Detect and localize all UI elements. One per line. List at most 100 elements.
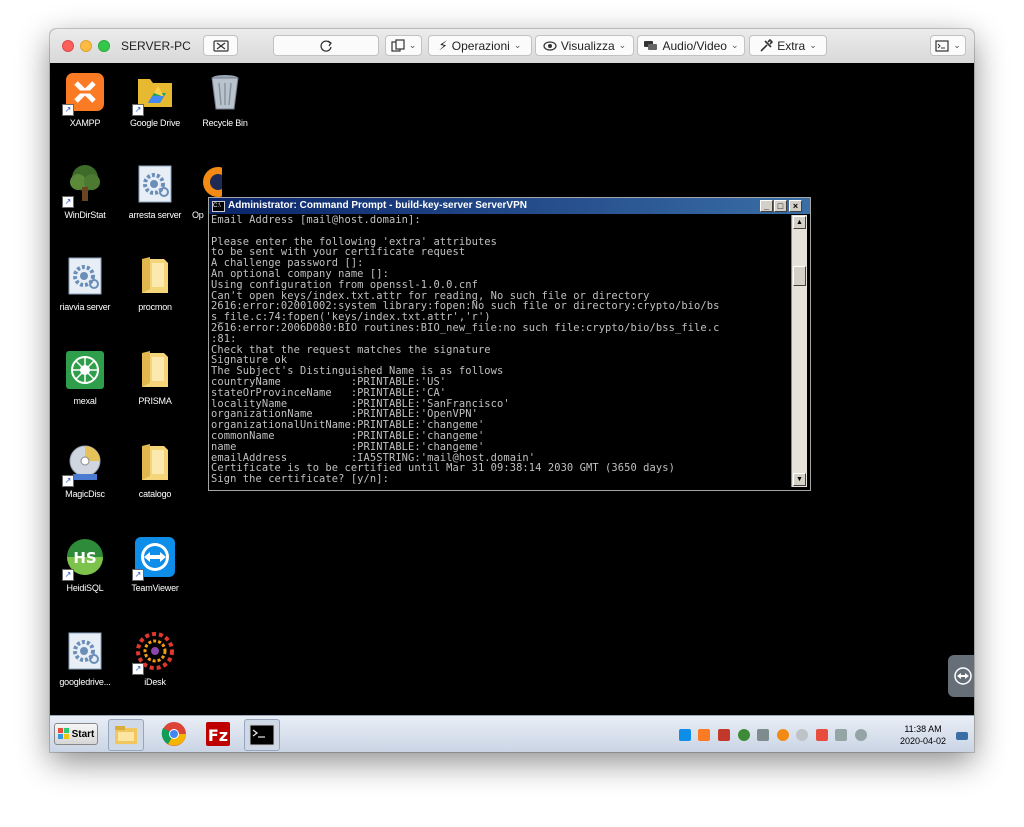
start-label: Start — [71, 728, 95, 740]
desktop-icon-procmon[interactable]: procmon — [120, 255, 190, 312]
desktop-icon-xampp[interactable]: ↗ XAMPP — [50, 71, 120, 128]
desktop-icon-google-drive[interactable]: ↗ Google Drive — [120, 71, 190, 128]
teamviewer-side-panel-tab[interactable] — [948, 655, 974, 697]
desktop-icon-prisma[interactable]: PRISMA — [120, 349, 190, 406]
windows-logo-icon — [57, 728, 69, 739]
desktop-icon-magicdisc[interactable]: ↗ MagicDisc — [50, 442, 120, 499]
screens-menu-button[interactable]: ⌄ — [385, 35, 422, 56]
icon-label: googledrive... — [59, 677, 111, 687]
console-output[interactable]: Email Address [mail@host.domain]: Please… — [211, 215, 789, 487]
refresh-button[interactable] — [273, 35, 379, 56]
tools-icon — [760, 38, 774, 52]
shortcut-arrow-icon: ↗ — [62, 475, 74, 487]
svg-text:HS: HS — [73, 549, 96, 567]
operations-label: Operazioni — [451, 38, 510, 53]
shortcut-arrow-icon: ↗ — [132, 569, 144, 581]
close-button[interactable] — [62, 40, 74, 52]
disconnect-button[interactable] — [203, 35, 238, 56]
shield-tray-icon[interactable] — [796, 729, 808, 741]
shortcut-arrow-icon: ↗ — [62, 569, 74, 581]
openvpn-tray-icon[interactable] — [777, 729, 789, 741]
taskbar-app-command-prompt[interactable] — [244, 719, 280, 751]
teamviewer-icon — [954, 667, 972, 685]
folder-icon — [134, 255, 176, 297]
shortcut-arrow-icon: ↗ — [62, 196, 74, 208]
console-scrollbar[interactable]: ▲ ▼ — [791, 215, 807, 487]
desktop-icon-teamviewer[interactable]: ↗ TeamViewer — [120, 536, 190, 593]
shortcut-arrow-icon: ↗ — [62, 104, 74, 116]
console-line: name :PRINTABLE:'changeme' — [211, 440, 485, 453]
icon-label: riavvia server — [59, 302, 111, 312]
console-line: stateOrProvinceName :PRINTABLE:'CA' — [211, 386, 447, 399]
flag-tray-icon[interactable] — [816, 729, 828, 741]
display-tray-icon[interactable] — [835, 729, 847, 741]
command-prompt-window[interactable]: C:\ Administrator: Command Prompt - buil… — [208, 197, 811, 491]
desktop-icon-recycle-bin[interactable]: Recycle Bin — [190, 71, 260, 128]
desktop-icon-mexal[interactable]: mexal — [50, 349, 120, 406]
view-label: Visualizza — [560, 38, 615, 53]
chevron-down-icon: ⌄ — [513, 40, 522, 50]
session-menu-button[interactable]: ⌄ — [930, 35, 966, 56]
minimize-button[interactable] — [80, 40, 92, 52]
command-prompt-titlebar[interactable]: C:\ Administrator: Command Prompt - buil… — [209, 198, 810, 214]
taskbar-app-chrome[interactable] — [157, 719, 191, 749]
desktop-icon-riavvia-server[interactable]: riavvia server — [50, 255, 120, 312]
lightning-icon: ⚡︎ — [438, 37, 448, 53]
close-icon[interactable]: × — [789, 200, 802, 212]
help-tray-icon[interactable] — [718, 729, 730, 741]
filezilla-icon: Fz — [206, 722, 230, 746]
clock-time: 11:38 AM — [904, 724, 942, 734]
console-app-icon: C:\ — [212, 201, 225, 212]
console-line: Sign the certificate? [y/n]: — [211, 473, 389, 486]
taskbar-app-explorer[interactable] — [108, 719, 144, 751]
audio-video-label: Audio/Video — [662, 38, 727, 53]
icon-label: iDesk — [144, 677, 166, 687]
desktop-icon-windirstat[interactable]: ↗ WinDirStat — [50, 163, 120, 220]
chevron-down-icon: ⌄ — [730, 40, 739, 50]
icon-label: HeidiSQL — [66, 583, 104, 593]
audio-video-menu-button[interactable]: Audio/Video ⌄ — [637, 35, 745, 56]
xampp-icon: ↗ — [62, 71, 106, 116]
terminal-window-icon — [935, 39, 949, 52]
command-prompt-icon — [249, 724, 275, 746]
operations-menu-button[interactable]: ⚡︎ Operazioni ⌄ — [428, 35, 532, 56]
clock-date: 2020-04-02 — [899, 736, 947, 746]
xampp-tray-icon[interactable] — [698, 729, 710, 741]
desktop-icon-arresta-server[interactable]: arresta server — [120, 163, 190, 220]
desktop-icon-googledrive-script[interactable]: googledrive... — [50, 630, 120, 687]
taskbar: Start Fz 11:38 AM 2020-04-02 — [50, 715, 974, 752]
mexal-icon — [64, 349, 106, 391]
view-menu-button[interactable]: Visualizza ⌄ — [535, 35, 634, 56]
maximize-icon[interactable]: □ — [774, 200, 787, 212]
teamviewer-tray-icon[interactable] — [679, 729, 691, 741]
volume-tray-icon[interactable] — [855, 729, 867, 741]
start-button[interactable]: Start — [54, 723, 98, 745]
scroll-down-icon[interactable]: ▼ — [793, 473, 806, 486]
scroll-up-icon[interactable]: ▲ — [793, 216, 806, 229]
desktop-icon-heidisql[interactable]: HS ↗ HeidiSQL — [50, 536, 120, 593]
icon-label: WinDirStat — [64, 210, 106, 220]
chat-bubbles-icon — [644, 40, 658, 50]
zoom-button[interactable] — [98, 40, 110, 52]
scroll-thumb[interactable] — [793, 266, 806, 286]
refresh-icon — [320, 39, 332, 52]
teamviewer-icon: ↗ — [132, 536, 176, 581]
chevron-down-icon: ⌄ — [408, 40, 417, 50]
icon-label: PRISMA — [138, 396, 172, 406]
desktop-icon-idesk[interactable]: ↗ iDesk — [120, 630, 190, 687]
network-tray-icon[interactable] — [738, 729, 750, 741]
folder-icon — [134, 442, 176, 484]
magicdisc-icon: ↗ — [62, 442, 106, 487]
chevron-down-icon: ⌄ — [809, 40, 817, 50]
show-desktop-icon[interactable] — [956, 732, 968, 740]
script-gear-icon — [64, 255, 106, 297]
console-line: Email Address [mail@host.domain]: — [211, 215, 421, 226]
taskbar-app-filezilla[interactable]: Fz — [201, 719, 235, 749]
system-clock[interactable]: 11:38 AM 2020-04-02 — [898, 723, 948, 747]
shortcut-arrow-icon: ↗ — [132, 663, 144, 675]
extra-menu-button[interactable]: Extra ⌄ — [749, 35, 827, 56]
usb-tray-icon[interactable] — [757, 729, 769, 741]
desktop-icon-catalogo[interactable]: catalogo — [120, 442, 190, 499]
minimize-icon[interactable]: _ — [760, 200, 773, 212]
remote-desktop-window: SERVER-PC ⌄ ⚡︎ Operazioni ⌄ Visualizza ⌄… — [50, 29, 974, 752]
